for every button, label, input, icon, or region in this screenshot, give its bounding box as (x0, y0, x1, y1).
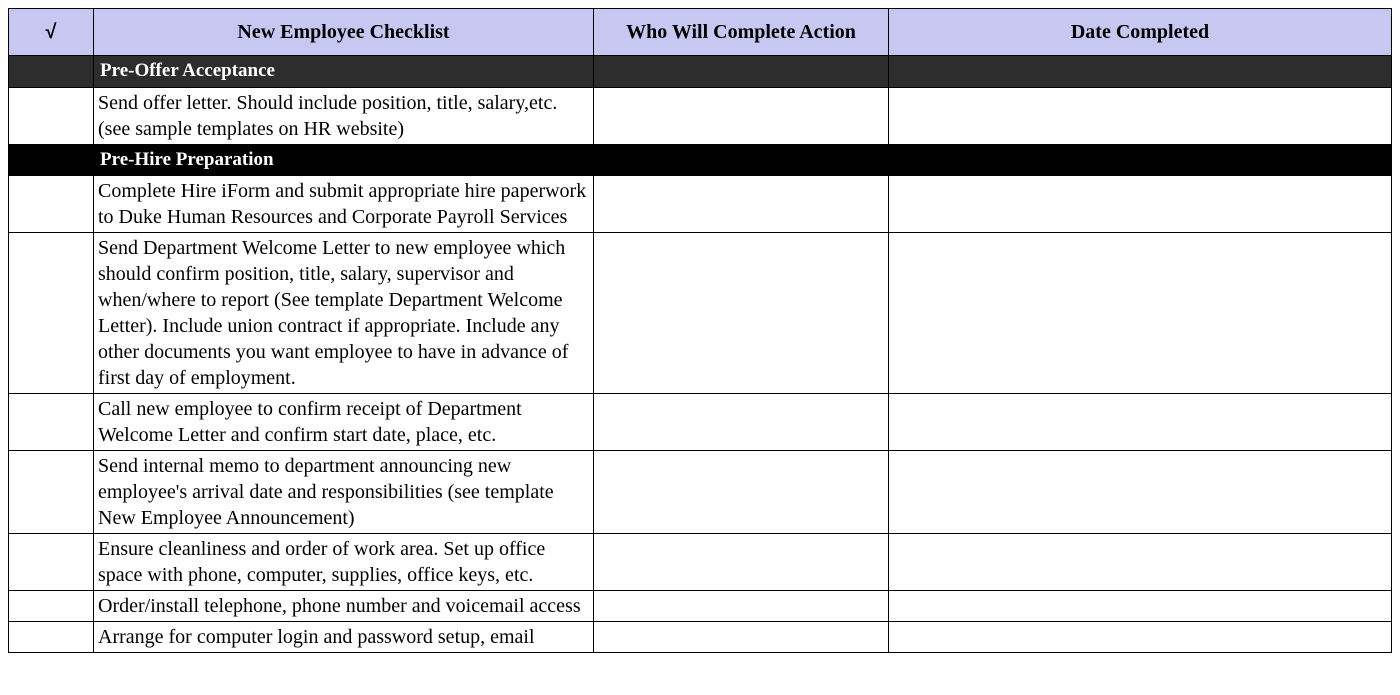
who-cell[interactable] (594, 451, 889, 534)
check-cell[interactable] (9, 87, 94, 144)
section-blank-cell (594, 56, 889, 88)
who-cell[interactable] (594, 233, 889, 394)
date-cell[interactable] (889, 451, 1392, 534)
check-cell[interactable] (9, 394, 94, 451)
check-cell[interactable] (9, 591, 94, 622)
header-date: Date Completed (889, 9, 1392, 56)
who-cell[interactable] (594, 87, 889, 144)
date-cell[interactable] (889, 233, 1392, 394)
task-cell: Ensure cleanliness and order of work are… (94, 534, 594, 591)
table-row: Order/install telephone, phone number an… (9, 591, 1392, 622)
date-cell[interactable] (889, 394, 1392, 451)
table-row: Send offer letter. Should include positi… (9, 87, 1392, 144)
task-cell: Complete Hire iForm and submit appropria… (94, 176, 594, 233)
table-row: Send internal memo to department announc… (9, 451, 1392, 534)
table-header-row: √ New Employee Checklist Who Will Comple… (9, 9, 1392, 56)
task-cell: Order/install telephone, phone number an… (94, 591, 594, 622)
section-title-pre-offer: Pre-Offer Acceptance (94, 56, 594, 88)
section-row-pre-offer: Pre-Offer Acceptance (9, 56, 1392, 88)
who-cell[interactable] (594, 176, 889, 233)
table-row: Call new employee to confirm receipt of … (9, 394, 1392, 451)
date-cell[interactable] (889, 534, 1392, 591)
section-title-pre-hire: Pre-Hire Preparation (94, 144, 1392, 176)
who-cell[interactable] (594, 622, 889, 653)
task-cell: Send Department Welcome Letter to new em… (94, 233, 594, 394)
date-cell[interactable] (889, 87, 1392, 144)
check-cell[interactable] (9, 622, 94, 653)
date-cell[interactable] (889, 622, 1392, 653)
table-row: Ensure cleanliness and order of work are… (9, 534, 1392, 591)
employee-checklist-table: √ New Employee Checklist Who Will Comple… (8, 8, 1392, 653)
date-cell[interactable] (889, 591, 1392, 622)
table-row: Complete Hire iForm and submit appropria… (9, 176, 1392, 233)
table-row: Arrange for computer login and password … (9, 622, 1392, 653)
section-row-pre-hire: Pre-Hire Preparation (9, 144, 1392, 176)
task-cell: Call new employee to confirm receipt of … (94, 394, 594, 451)
check-cell[interactable] (9, 233, 94, 394)
section-blank-cell (889, 56, 1392, 88)
section-blank-cell (9, 144, 94, 176)
section-blank-cell (9, 56, 94, 88)
table-row: Send Department Welcome Letter to new em… (9, 233, 1392, 394)
header-task: New Employee Checklist (94, 9, 594, 56)
who-cell[interactable] (594, 591, 889, 622)
check-cell[interactable] (9, 176, 94, 233)
header-checkmark: √ (9, 9, 94, 56)
header-who: Who Will Complete Action (594, 9, 889, 56)
who-cell[interactable] (594, 394, 889, 451)
task-cell: Arrange for computer login and password … (94, 622, 594, 653)
date-cell[interactable] (889, 176, 1392, 233)
task-cell: Send offer letter. Should include positi… (94, 87, 594, 144)
check-cell[interactable] (9, 451, 94, 534)
task-cell: Send internal memo to department announc… (94, 451, 594, 534)
who-cell[interactable] (594, 534, 889, 591)
check-cell[interactable] (9, 534, 94, 591)
